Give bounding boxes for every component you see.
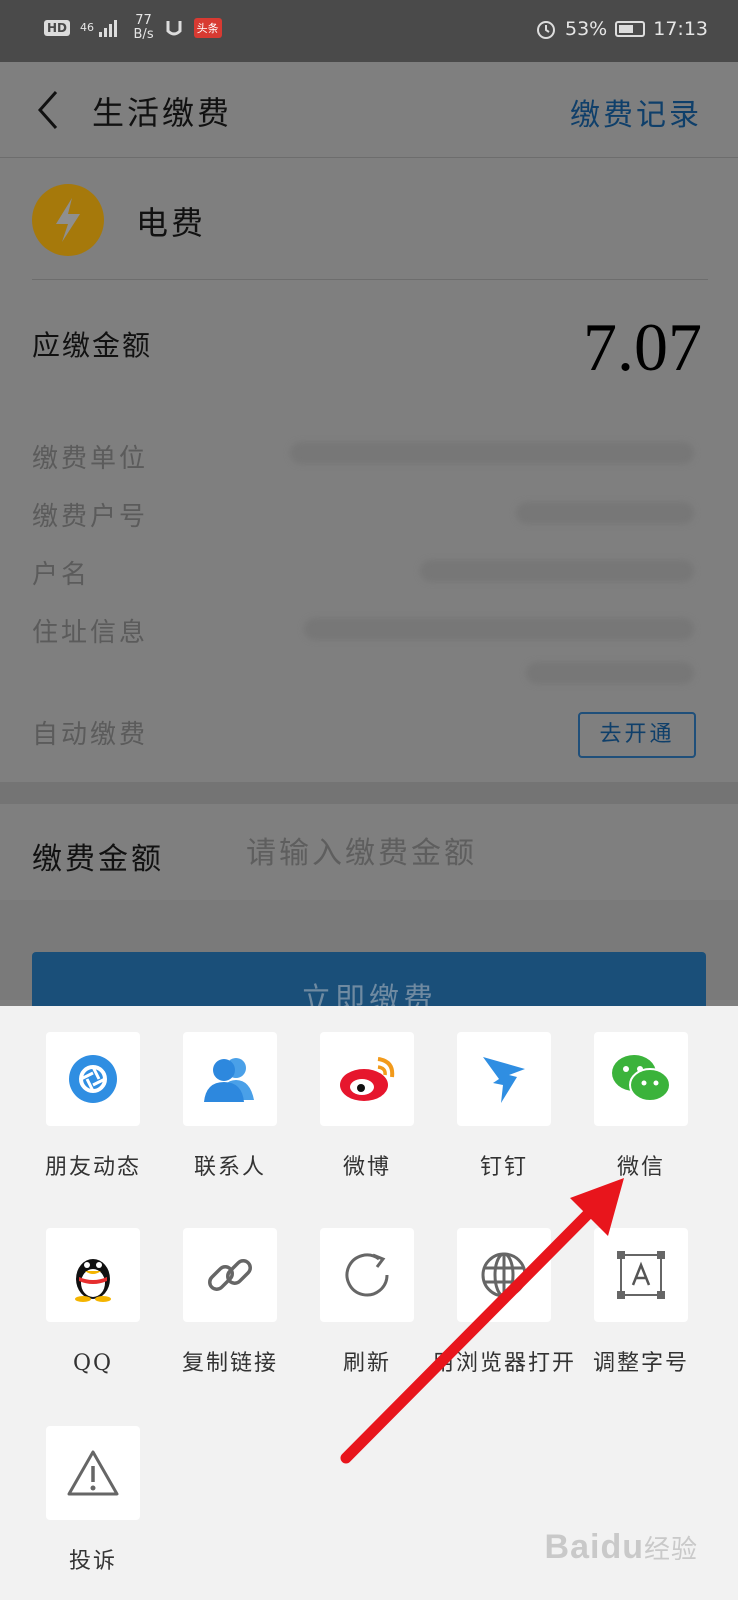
clock: 17:13 xyxy=(653,18,708,40)
field-label: 缴费单位 xyxy=(32,444,149,474)
share-tile[interactable] xyxy=(320,1032,414,1126)
share-wechat[interactable]: 微信 xyxy=(572,1032,710,1184)
alarm-icon xyxy=(537,21,555,39)
share-tile[interactable] xyxy=(183,1228,277,1322)
hd-indicator: HD xyxy=(44,20,71,36)
bill-header: 电费 xyxy=(32,176,708,280)
blurred-value xyxy=(516,502,694,524)
share-tile[interactable] xyxy=(46,1228,140,1322)
baidu-watermark: Baidu经验 xyxy=(545,1528,698,1567)
friends-moments-icon xyxy=(69,1055,117,1103)
notification-icon xyxy=(166,21,182,36)
font-size-icon xyxy=(617,1251,665,1299)
globe-icon xyxy=(481,1252,527,1298)
field-label: 自动缴费 xyxy=(32,720,149,750)
bill-type: 电费 xyxy=(136,204,207,242)
share-label: 调整字号 xyxy=(592,1351,689,1376)
field-label: 住址信息 xyxy=(32,618,149,648)
status-left: HD 46 77 B/s 头条 xyxy=(44,14,222,42)
status-right: 53% 17:13 xyxy=(535,18,708,40)
section-divider xyxy=(0,782,738,804)
qq-icon xyxy=(75,1259,111,1302)
share-qq[interactable]: QQ xyxy=(24,1228,162,1380)
share-label: 复制链接 xyxy=(181,1351,278,1376)
watermark-brand-2: du xyxy=(600,1528,644,1566)
share-font-size[interactable]: 调整字号 xyxy=(572,1228,710,1380)
share-friends-moments[interactable]: 朋友动态 xyxy=(24,1032,162,1184)
dingtalk-icon xyxy=(483,1057,525,1103)
page-title: 生活缴费 xyxy=(92,94,233,132)
share-tile[interactable] xyxy=(594,1032,688,1126)
wechat-icon xyxy=(612,1055,671,1102)
share-tile[interactable] xyxy=(183,1032,277,1126)
toutiao-badge: 头条 xyxy=(193,18,222,38)
share-tile[interactable] xyxy=(457,1228,551,1322)
nav-bar: 生活缴费 缴费记录 xyxy=(0,62,738,158)
network-indicator: 46 xyxy=(80,18,124,38)
back-arrow-icon[interactable] xyxy=(34,88,64,132)
share-contacts[interactable]: 联系人 xyxy=(161,1032,299,1184)
warning-icon xyxy=(67,1450,119,1496)
net-speed-unit: B/s xyxy=(133,27,154,42)
field-label: 户名 xyxy=(32,560,91,590)
contacts-icon xyxy=(204,1058,254,1102)
refresh-icon xyxy=(345,1253,389,1297)
pay-amount-input[interactable] xyxy=(246,828,686,878)
due-amount-label: 应缴金额 xyxy=(32,329,153,362)
share-sheet: 朋友动态 联系人 微博 钉钉 微信 QQ 复制链接 刷新 用浏览器打开 调整字号… xyxy=(0,1006,738,1600)
field-label: 缴费户号 xyxy=(32,502,149,532)
share-label: 用浏览器打开 xyxy=(431,1351,576,1376)
share-tile[interactable] xyxy=(46,1032,140,1126)
share-label: 联系人 xyxy=(193,1155,266,1180)
share-tile[interactable] xyxy=(320,1228,414,1322)
battery-percent: 53% xyxy=(565,18,608,40)
share-label: 刷新 xyxy=(342,1351,391,1376)
share-refresh[interactable]: 刷新 xyxy=(298,1228,436,1380)
blurred-value xyxy=(420,560,694,582)
screen: HD 46 77 B/s 头条 53% 17:13 生活缴费 缴费记录 电费 应… xyxy=(0,0,738,1600)
network-type: 46 xyxy=(80,21,95,34)
watermark-suffix: 经验 xyxy=(643,1534,698,1564)
share-label: 钉钉 xyxy=(479,1155,528,1180)
share-tile[interactable] xyxy=(457,1032,551,1126)
share-dingtalk[interactable]: 钉钉 xyxy=(435,1032,573,1184)
share-weibo[interactable]: 微博 xyxy=(298,1032,436,1184)
electricity-icon xyxy=(32,184,104,256)
blurred-value xyxy=(290,442,694,464)
share-tile[interactable] xyxy=(46,1426,140,1520)
link-icon xyxy=(208,1259,252,1291)
enable-auto-pay-button[interactable]: 去开通 xyxy=(578,712,696,758)
payment-page: 生活缴费 缴费记录 电费 应缴金额 7.07 缴费单位 缴费户号 户名 住址信息… xyxy=(0,62,738,1062)
share-report[interactable]: 投诉 xyxy=(24,1426,162,1578)
payment-records-link[interactable]: 缴费记录 xyxy=(570,90,702,134)
net-speed-value: 77 xyxy=(135,13,152,28)
weibo-icon xyxy=(340,1057,395,1101)
share-copy-link[interactable]: 复制链接 xyxy=(161,1228,299,1380)
share-label: QQ xyxy=(72,1351,114,1376)
share-label: 微信 xyxy=(616,1155,665,1180)
pay-amount-label: 缴费金额 xyxy=(32,842,164,877)
blurred-value xyxy=(304,618,694,640)
battery-icon xyxy=(615,21,646,37)
share-label: 朋友动态 xyxy=(44,1155,141,1180)
share-open-in-browser[interactable]: 用浏览器打开 xyxy=(432,1228,574,1380)
share-label: 微博 xyxy=(342,1155,391,1180)
watermark-brand: Bai xyxy=(544,1528,601,1566)
blurred-value xyxy=(526,662,694,684)
share-label: 投诉 xyxy=(68,1549,117,1574)
status-bar: HD 46 77 B/s 头条 53% 17:13 xyxy=(0,0,738,62)
signal-icon xyxy=(98,20,117,37)
share-tile[interactable] xyxy=(594,1228,688,1322)
due-amount-value: 7.07 xyxy=(583,309,702,385)
net-speed: 77 B/s xyxy=(134,14,154,42)
